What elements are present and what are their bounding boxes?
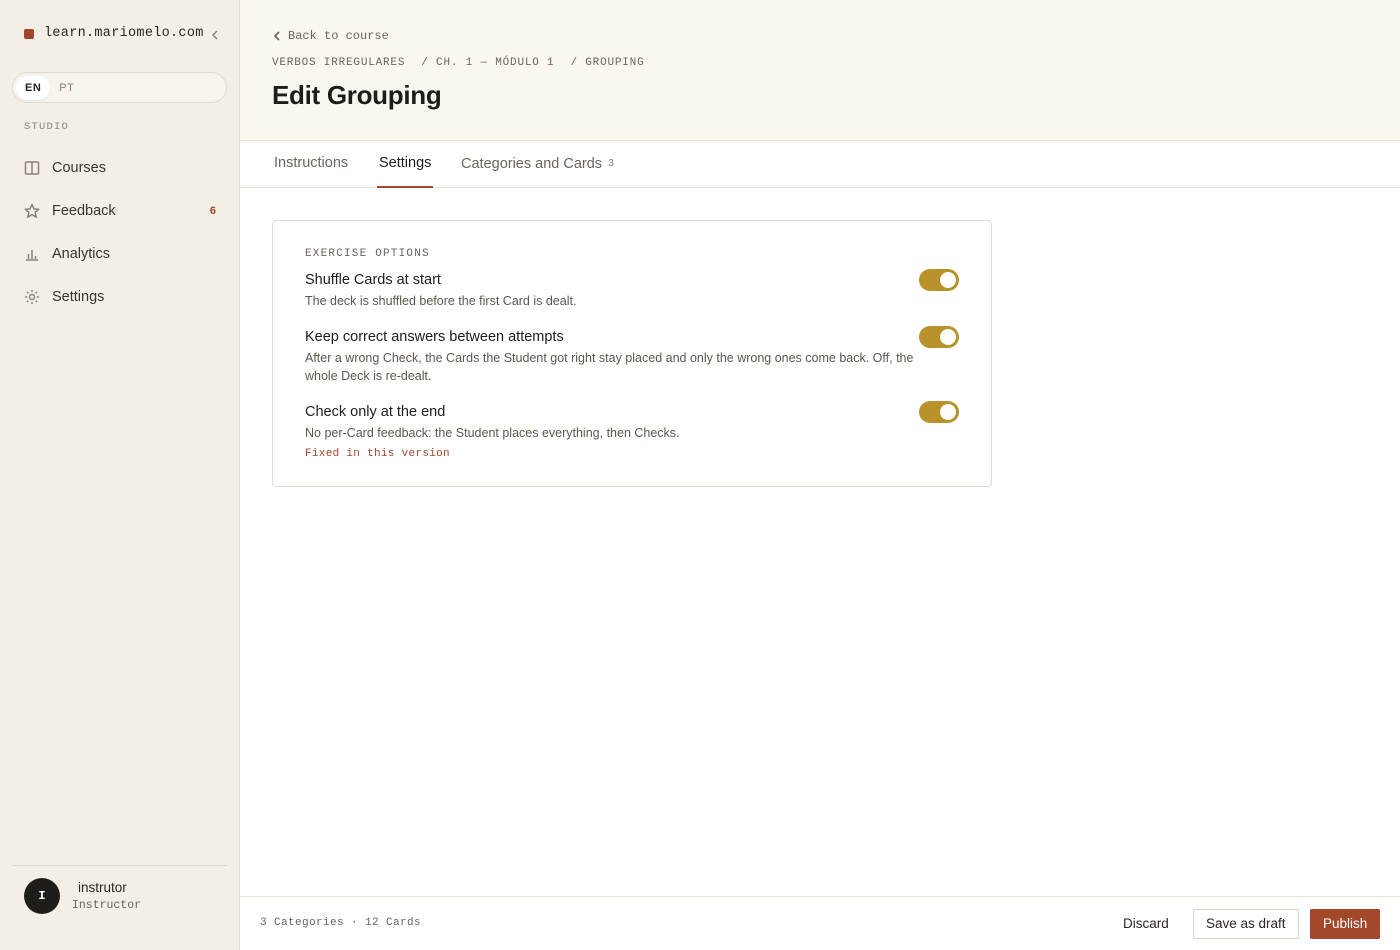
sidebar-item-analytics[interactable]: Analytics (12, 232, 228, 275)
section-label-studio: STUDIO (24, 121, 70, 133)
sidebar-item-settings[interactable]: Settings (12, 275, 228, 318)
option-description: No per-Card feedback: the Student places… (305, 426, 680, 440)
tab-label: Categories and Cards (461, 156, 603, 172)
sidebar-item-courses[interactable]: Courses (12, 146, 228, 189)
toggle-knob (940, 404, 956, 420)
language-switcher: EN PT (12, 72, 227, 103)
chevron-left-icon (273, 31, 280, 41)
avatar[interactable]: I (24, 878, 60, 914)
exercise-options-card: EXERCISE OPTIONS Shuffle Cards at start … (272, 220, 992, 487)
sidebar: learn.mariomelo.com EN PT STUDIO Courses… (0, 0, 240, 950)
option-title: Keep correct answers between attempts (305, 329, 564, 345)
check-only-at-end-toggle[interactable] (919, 401, 959, 423)
user-role: Instructor (72, 899, 142, 912)
user-name: instrutor (78, 880, 127, 895)
page-header: Back to course VERBOS IRREGULARES / CH. … (240, 0, 1400, 141)
star-icon (24, 203, 40, 218)
breadcrumb-course[interactable]: VERBOS IRREGULARES (272, 57, 405, 69)
tab-label: Settings (379, 155, 432, 171)
footer-status: 3 Categories · 12 Cards (260, 917, 422, 929)
lang-pt[interactable]: PT (50, 76, 83, 100)
feedback-count-badge: 6 (209, 204, 216, 217)
lang-en[interactable]: EN (16, 75, 51, 100)
fixed-version-note: Fixed in this version (305, 448, 450, 460)
bar-chart-icon (26, 249, 38, 261)
tab-settings[interactable]: Settings (377, 141, 434, 188)
breadcrumb-exercise: / GROUPING (570, 57, 645, 69)
back-label: Back to course (288, 29, 389, 43)
action-footer: 3 Categories · 12 Cards Discard Save as … (240, 896, 1400, 950)
book-icon (24, 160, 40, 175)
discard-button[interactable]: Discard (1110, 909, 1182, 939)
sidebar-item-feedback[interactable]: Feedback 6 (12, 189, 228, 232)
option-title: Shuffle Cards at start (305, 272, 441, 288)
sidebar-item-label: Courses (52, 159, 106, 176)
section-label: EXERCISE OPTIONS (305, 248, 430, 260)
sidebar-item-label: Analytics (52, 245, 111, 262)
back-to-course-link[interactable]: Back to course (272, 29, 389, 43)
sidebar-item-label: Feedback (52, 202, 116, 219)
brand-name: learn.mariomelo.com (44, 26, 204, 41)
tab-count-badge: 3 (608, 157, 614, 169)
publish-button[interactable]: Publish (1310, 909, 1381, 939)
gear-icon (25, 289, 39, 304)
tab-bar: Instructions Settings Categories and Car… (240, 141, 1400, 188)
option-title: Check only at the end (305, 404, 446, 420)
breadcrumb-module[interactable]: / CH. 1 — MÓDULO 1 (421, 57, 554, 69)
page-title: Edit Grouping (272, 80, 442, 110)
breadcrumb: VERBOS IRREGULARES / CH. 1 — MÓDULO 1 / … (272, 57, 644, 69)
divider (12, 865, 227, 866)
option-description: After a wrong Check, the Cards the Stude… (305, 351, 914, 383)
keep-correct-answers-toggle[interactable] (919, 326, 959, 348)
chevron-left-icon[interactable] (208, 28, 222, 42)
option-description: The deck is shuffled before the first Ca… (305, 294, 577, 308)
tab-categories-and-cards[interactable]: Categories and Cards 3 (459, 141, 616, 188)
tab-label: Instructions (274, 155, 349, 171)
shuffle-cards-toggle[interactable] (919, 269, 959, 291)
brand-logo-icon (24, 28, 34, 39)
save-as-draft-button[interactable]: Save as draft (1193, 909, 1299, 939)
toggle-knob (940, 329, 956, 345)
toggle-knob (940, 272, 956, 288)
sidebar-item-label: Settings (52, 288, 105, 305)
main-content: Back to course VERBOS IRREGULARES / CH. … (240, 0, 1400, 950)
tab-instructions[interactable]: Instructions (272, 141, 350, 188)
brand[interactable]: learn.mariomelo.com (24, 26, 224, 41)
sidebar-nav: Courses Feedback 6 Analytics Settings (12, 146, 228, 318)
